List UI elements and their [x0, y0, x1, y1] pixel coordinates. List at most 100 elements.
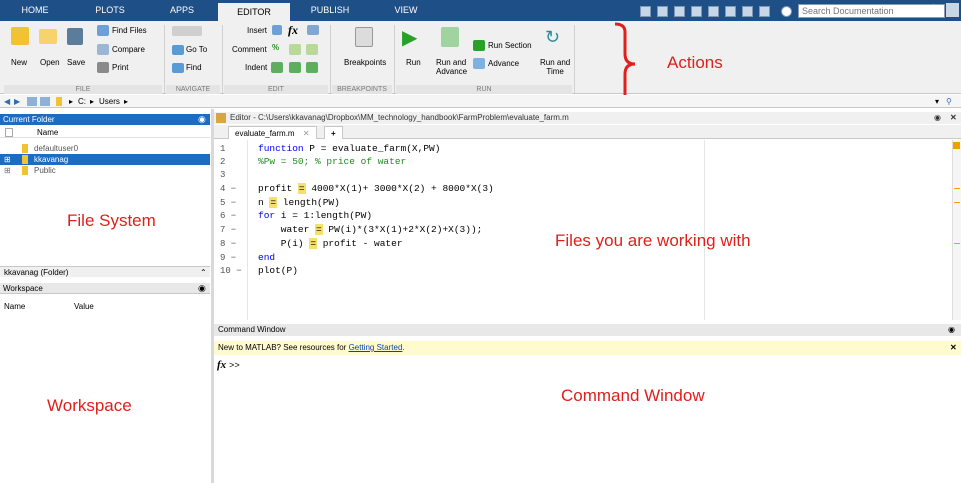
code-line[interactable]: end [258, 252, 275, 263]
code-line[interactable]: function P = evaluate_farm(X,PW) [258, 143, 440, 154]
run-section-button[interactable]: Run Section [488, 41, 532, 50]
path-segment-drive[interactable]: C: [78, 95, 86, 108]
undo-icon[interactable] [725, 6, 736, 17]
run-and-advance-button[interactable]: Run and Advance [436, 58, 467, 76]
close-banner-icon[interactable]: ✕ [950, 341, 957, 355]
new-button[interactable]: New [11, 58, 27, 67]
compare-button[interactable]: Compare [112, 45, 145, 54]
run-section-icon[interactable] [473, 40, 485, 51]
tab-apps[interactable]: APPS [164, 0, 200, 21]
search-icon[interactable]: ⚲ [930, 4, 937, 15]
run-and-time-icon[interactable]: ↻ [545, 27, 560, 48]
code-line[interactable]: n = length(PW) [258, 197, 340, 208]
decrease-indent-icon[interactable] [306, 62, 318, 73]
comment-icon[interactable]: % [272, 43, 279, 52]
indent-button[interactable]: Indent [245, 63, 267, 72]
path-segment-users[interactable]: Users [99, 95, 120, 108]
breakpoints-button[interactable]: Breakpoints [344, 58, 386, 67]
fx-icon[interactable]: fx [217, 359, 226, 371]
insert-icon[interactable] [272, 25, 282, 35]
command-prompt[interactable]: fx >> [217, 359, 240, 371]
save-disk-icon[interactable] [67, 28, 83, 45]
tab-plots[interactable]: PLOTS [90, 0, 130, 21]
comment-button[interactable]: Comment [232, 45, 267, 54]
folder-row[interactable]: ⊞ Public [0, 165, 210, 176]
address-dropdown-icon[interactable]: ▾ [935, 95, 939, 108]
code-line[interactable]: %Pw = 50; % price of water [258, 156, 406, 167]
search-folder-icon[interactable]: ⚲ [946, 95, 952, 108]
copy-icon[interactable] [691, 6, 702, 17]
save-button[interactable]: Save [67, 58, 85, 67]
folder-row[interactable]: defaultuser0 [0, 143, 210, 154]
warning-marker[interactable] [954, 243, 960, 244]
up-folder-icon[interactable] [27, 97, 37, 106]
browse-folder-icon[interactable] [40, 97, 50, 106]
expand-toolstrip-icon[interactable] [946, 3, 959, 17]
editor-menu-icon[interactable]: ◉ [934, 112, 941, 124]
find-files-button[interactable]: Find Files [112, 26, 147, 35]
panel-menu-icon[interactable]: ◉ [948, 324, 955, 336]
folder-details-bar[interactable]: kkavanag (Folder) ⌃ [0, 266, 210, 277]
find-button[interactable]: Find [186, 63, 202, 72]
run-and-advance-icon[interactable] [441, 27, 459, 47]
increase-indent-icon[interactable] [289, 62, 301, 73]
run-icon[interactable]: ▶ [402, 25, 417, 50]
warning-marker[interactable] [954, 202, 960, 203]
workspace-name-column[interactable]: Name [4, 301, 25, 312]
tab-home[interactable]: HOME [14, 0, 56, 21]
find-icon[interactable] [172, 63, 184, 73]
forward-icon[interactable]: ▶ [14, 95, 20, 108]
name-column-label[interactable]: Name [37, 127, 58, 138]
expand-icon[interactable]: ⊞ [4, 154, 11, 165]
panel-menu-icon[interactable]: ◉ [198, 283, 206, 294]
insert-button[interactable]: Insert [247, 26, 267, 35]
collapse-details-icon[interactable]: ⌃ [200, 267, 207, 278]
advance-icon[interactable] [473, 58, 485, 69]
wrap-comments-icon[interactable] [306, 44, 318, 55]
workspace-value-column[interactable]: Value [74, 301, 94, 312]
folder-row-selected[interactable]: ⊞ kkavanag [0, 154, 210, 165]
close-tab-icon[interactable]: ✕ [303, 129, 310, 138]
new-icon[interactable] [11, 27, 29, 45]
run-button[interactable]: Run [406, 58, 421, 67]
tab-editor[interactable]: EDITOR [218, 3, 290, 21]
goto-button[interactable]: Go To [186, 45, 207, 54]
print-button[interactable]: Print [112, 63, 128, 72]
warning-status-icon[interactable] [953, 142, 960, 149]
redo-icon[interactable] [742, 6, 753, 17]
print-icon[interactable] [97, 62, 109, 73]
warning-marker[interactable] [954, 188, 960, 189]
open-folder-icon[interactable] [39, 29, 57, 44]
code-line[interactable]: for i = 1:length(PW) [258, 210, 372, 221]
save-icon[interactable] [657, 6, 668, 17]
help-icon[interactable] [781, 6, 792, 17]
fx-icon[interactable]: fx [288, 23, 298, 38]
smart-indent-icon[interactable] [271, 62, 283, 73]
breakpoints-icon[interactable] [355, 27, 373, 47]
close-editor-icon[interactable]: ✕ [950, 112, 957, 124]
uncomment-icon[interactable] [289, 44, 301, 55]
layout-icon[interactable] [640, 6, 651, 17]
panel-menu-icon[interactable]: ◉ [198, 114, 206, 125]
open-button[interactable]: Open [40, 58, 60, 67]
code-line[interactable]: profit = 4000*X(1)+ 3000*X(2) + 8000*X(3… [258, 183, 494, 194]
insert-dropdown-icon[interactable] [307, 25, 319, 35]
find-files-icon[interactable] [97, 25, 109, 36]
paste-icon[interactable] [708, 6, 719, 17]
code-line[interactable]: P(i) = profit - water [258, 238, 403, 249]
search-documentation-input[interactable] [798, 4, 945, 18]
switch-windows-icon[interactable] [759, 6, 770, 17]
tab-view[interactable]: VIEW [388, 0, 424, 21]
expand-icon[interactable]: ⊞ [4, 165, 11, 176]
tab-publish[interactable]: PUBLISH [306, 0, 354, 21]
back-icon[interactable]: ◀ [4, 95, 10, 108]
getting-started-link[interactable]: Getting Started [349, 343, 403, 352]
new-tab-icon[interactable]: + [324, 126, 343, 139]
advance-button[interactable]: Advance [488, 59, 519, 68]
editor-tab[interactable]: evaluate_farm.m ✕ [228, 126, 317, 139]
run-and-time-button[interactable]: Run and Time [540, 58, 570, 76]
compare-icon[interactable] [97, 44, 109, 55]
cut-icon[interactable] [674, 6, 685, 17]
code-line[interactable]: plot(P) [258, 265, 298, 276]
goto-icon[interactable] [172, 45, 184, 55]
